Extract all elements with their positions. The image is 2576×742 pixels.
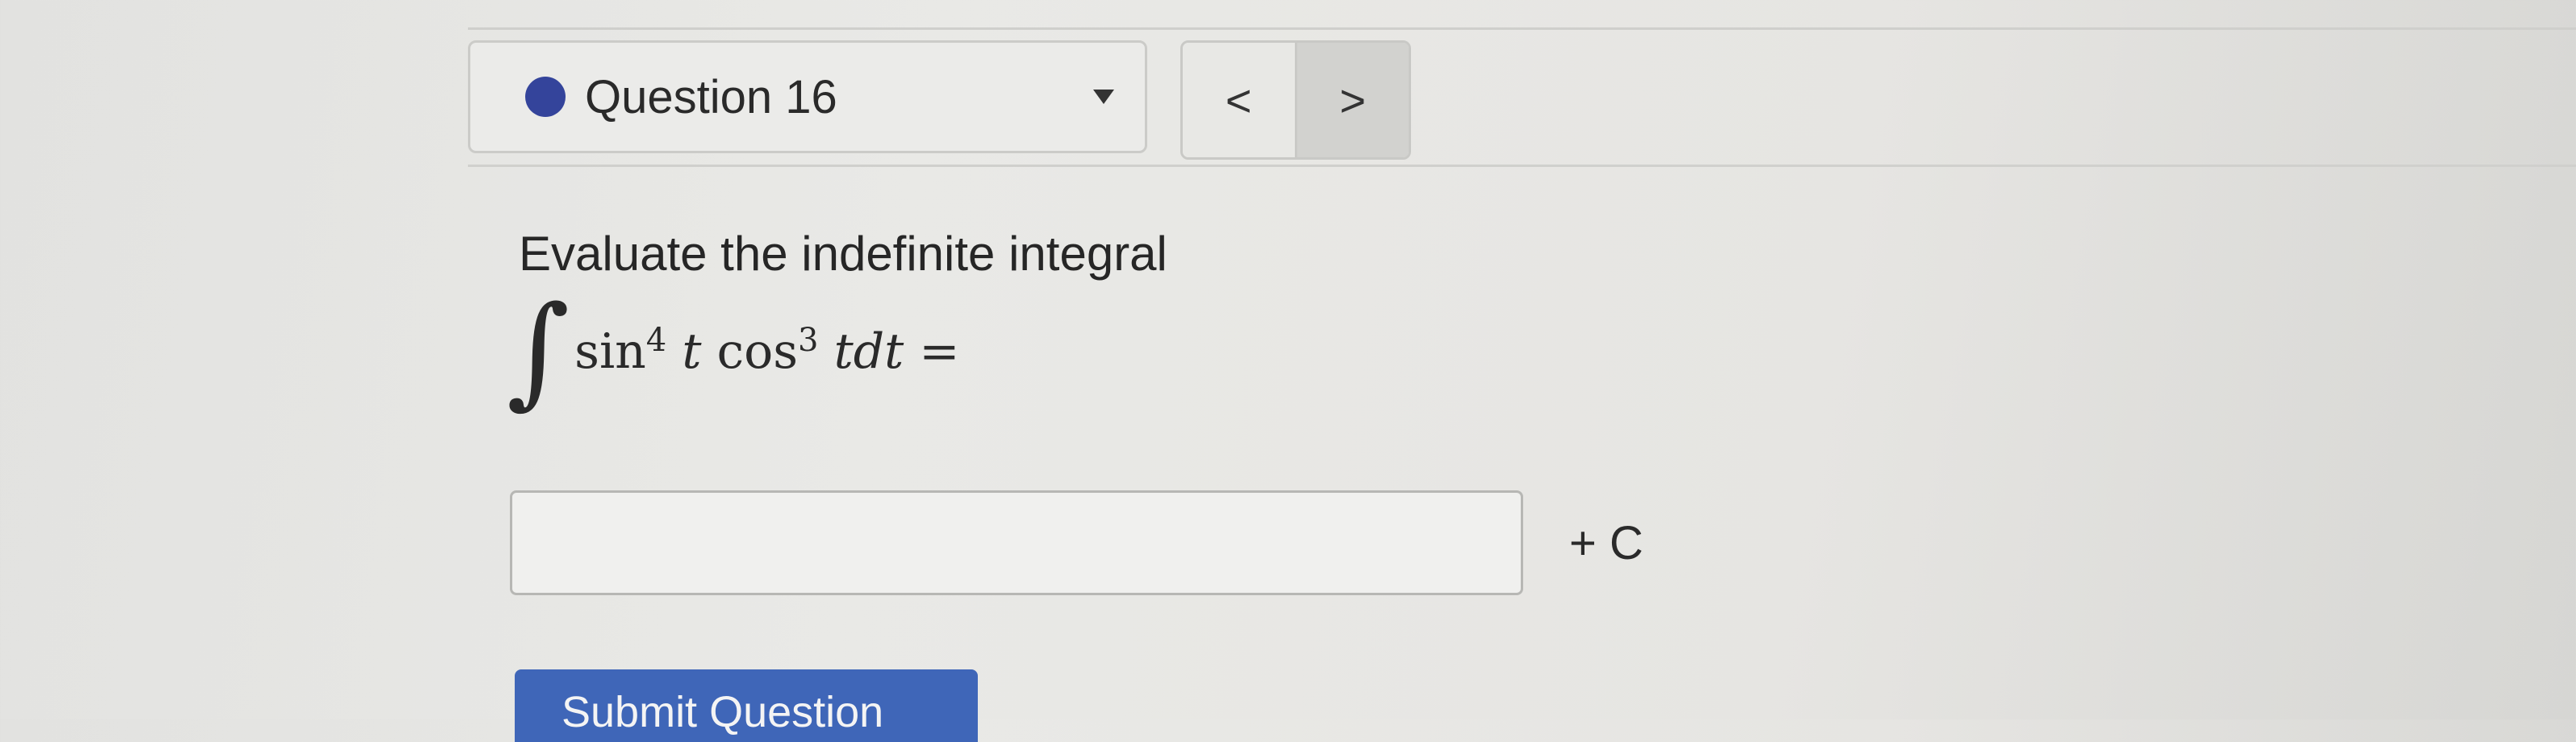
- cos-exponent: 3: [798, 322, 819, 359]
- question-prompt: Evaluate the indefinite integral: [519, 227, 1167, 281]
- integrand: sin4 t cos3 tdt =: [574, 322, 959, 380]
- previous-question-button[interactable]: <: [1183, 43, 1297, 157]
- question-selector[interactable]: Question 16: [468, 40, 1147, 153]
- question-nav: < >: [1180, 40, 1411, 160]
- cos-function: cos: [716, 323, 799, 380]
- answer-input[interactable]: [510, 490, 1523, 595]
- submit-question-button[interactable]: Submit Question: [515, 669, 978, 742]
- header-divider: [468, 165, 2576, 167]
- integral-expression: ∫ sin4 t cos3 tdt =: [507, 274, 960, 427]
- sin-variable: t: [682, 323, 702, 380]
- constant-of-integration: + C: [1569, 517, 1643, 569]
- question-title: Question 16: [585, 70, 837, 123]
- caret-down-icon[interactable]: [1093, 90, 1114, 104]
- top-divider: [468, 27, 2576, 30]
- next-question-button[interactable]: >: [1296, 43, 1409, 157]
- equals-sign: =: [919, 323, 960, 380]
- question-status-icon: [525, 77, 566, 117]
- integral-sign: ∫: [507, 281, 570, 421]
- cos-variable-differential: tdt: [833, 323, 904, 380]
- sin-function: sin: [574, 323, 646, 380]
- sin-exponent: 4: [645, 322, 667, 359]
